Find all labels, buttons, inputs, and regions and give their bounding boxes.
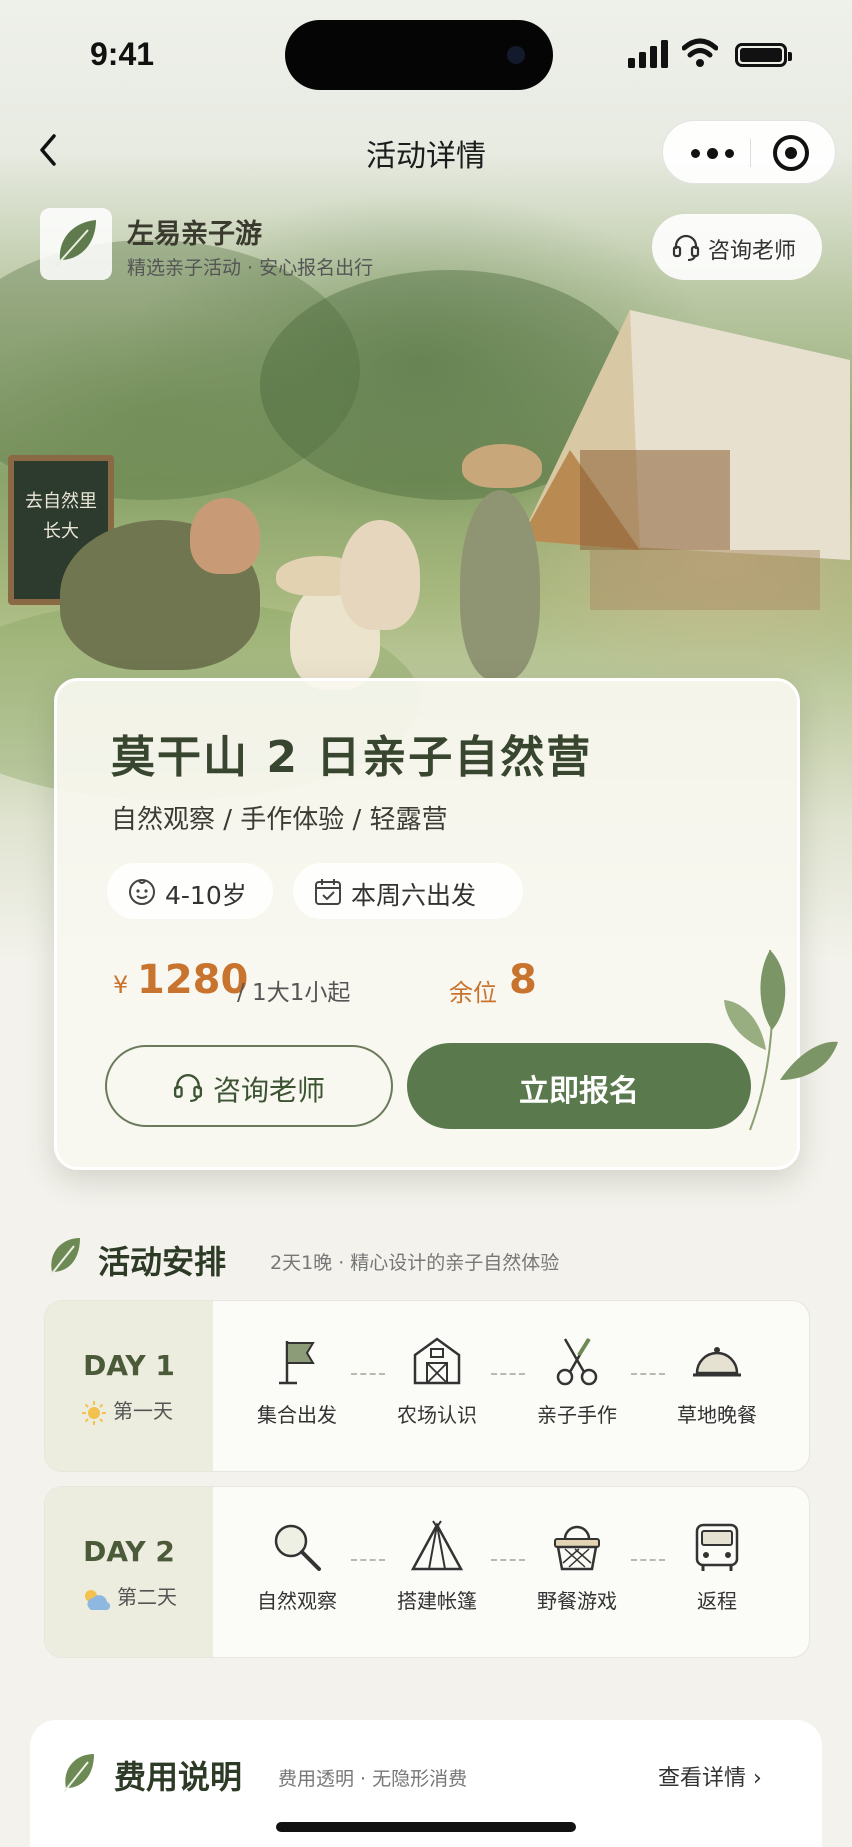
step-label: 集合出发: [257, 1403, 337, 1427]
age-chip: 4-10岁: [107, 863, 273, 919]
day-number: DAY 2: [83, 1535, 175, 1568]
step-picnic[interactable]: 野餐游戏: [517, 1519, 637, 1614]
leaf-logo-icon: [55, 220, 96, 267]
day-number: DAY 1: [83, 1349, 175, 1382]
brand-logo: [40, 208, 112, 280]
dynamic-island: [285, 20, 553, 90]
activity-card: 莫干山 2 日亲子自然营 自然观察 / 手作体验 / 轻露营 4-10岁 本周六…: [54, 678, 800, 1170]
step-tent[interactable]: 搭建帐篷: [377, 1519, 497, 1614]
home-indicator[interactable]: [276, 1822, 576, 1832]
day-tag: 第二天: [81, 1581, 177, 1612]
day-card-2: DAY 2 第二天 自然观察 搭建帐篷 野餐游戏 返程: [44, 1486, 810, 1658]
brand-tagline: 精选亲子活动 · 安心报名出行: [127, 257, 374, 279]
fee-title: 费用说明: [114, 1758, 243, 1796]
step-label: 亲子手作: [537, 1403, 617, 1427]
fee-subtitle: 费用透明 · 无隐形消费: [278, 1768, 468, 1790]
fee-details-link[interactable]: 查看详情 ›: [658, 1760, 762, 1792]
sun-icon: [82, 1400, 106, 1425]
step-label: 野餐游戏: [537, 1589, 617, 1613]
consult-teacher-pill[interactable]: 咨询老师: [652, 214, 822, 280]
seats-count: 8: [509, 957, 537, 1003]
close-target-icon[interactable]: [773, 135, 809, 171]
tent-icon: [410, 1520, 464, 1571]
step-label: 草地晚餐: [677, 1403, 757, 1427]
leaf-icon: [63, 1754, 94, 1793]
age-chip-label: 4-10岁: [165, 881, 247, 910]
step-label: 自然观察: [257, 1589, 337, 1613]
cloud-sun-icon: [85, 1589, 111, 1610]
step-gather[interactable]: 集合出发: [237, 1333, 357, 1428]
day-tag: 第一天: [81, 1395, 173, 1426]
consult-teacher-button[interactable]: 咨询老师: [105, 1045, 393, 1127]
enroll-button[interactable]: 立即报名: [407, 1043, 751, 1129]
step-observe[interactable]: 自然观察: [237, 1519, 357, 1614]
consult-button-label: 咨询老师: [213, 1074, 326, 1107]
activity-subtitle: 自然观察 / 手作体验 / 轻露营: [111, 805, 448, 835]
price-unit: / 1大1小起: [237, 980, 351, 1006]
day-card-1: DAY 1 第一天 集合出发 农场认识 亲子手作 草地晚餐: [44, 1300, 810, 1472]
brand-name: 左易亲子游: [127, 219, 262, 250]
step-farm[interactable]: 农场认识: [377, 1333, 497, 1428]
flag-icon: [279, 1341, 315, 1385]
board-text-1: 去自然里: [25, 491, 97, 512]
more-icon[interactable]: [681, 121, 743, 185]
consult-pill-label: 咨询老师: [708, 239, 797, 264]
date-chip-label: 本周六出发: [351, 881, 477, 910]
basket-icon: [554, 1525, 600, 1571]
seats-label: 余位: [449, 979, 497, 1007]
step-dinner[interactable]: 草地晚餐: [657, 1333, 777, 1428]
wifi-icon: [682, 38, 718, 67]
scissors-icon: [556, 1337, 598, 1386]
mother-figure: [340, 520, 420, 630]
status-time: 9:41: [90, 36, 155, 72]
price-value: 1280: [137, 957, 249, 1003]
day-label-panel: DAY 1 第一天: [45, 1301, 213, 1471]
battery-icon: [735, 43, 792, 67]
day-label-panel: DAY 2 第二天: [45, 1487, 213, 1657]
mini-program-capsule: [662, 120, 836, 184]
headset-icon: [173, 1074, 203, 1102]
day-tag-label: 第二天: [117, 1585, 177, 1609]
step-label: 返程: [697, 1589, 737, 1613]
schedule-subtitle: 2天1晚 · 精心设计的亲子自然体验: [270, 1252, 560, 1274]
leaf-icon: [49, 1238, 80, 1277]
headset-icon: [672, 234, 700, 261]
capsule-divider: [750, 139, 751, 167]
signal-icon: [628, 40, 668, 68]
step-craft[interactable]: 亲子手作: [517, 1333, 637, 1428]
calendar-icon: [315, 879, 341, 905]
date-chip: 本周六出发: [293, 863, 523, 919]
child-face-icon: [129, 879, 155, 905]
boy-hat: [462, 444, 542, 488]
cloche-icon: [693, 1347, 741, 1377]
father-head: [190, 498, 260, 574]
step-label: 农场认识: [397, 1403, 477, 1427]
status-bar: 9:41: [0, 0, 852, 110]
leaf-decoration-icon: [724, 949, 838, 1131]
day-tag-label: 第一天: [113, 1399, 173, 1423]
tent-illustration: [520, 310, 850, 610]
magnifier-icon: [274, 1524, 321, 1571]
activity-title: 莫干山 2 日亲子自然营: [111, 732, 593, 783]
enroll-button-label: 立即报名: [519, 1074, 639, 1109]
barn-icon: [413, 1337, 461, 1385]
boy-figure: [460, 490, 540, 680]
step-label: 搭建帐篷: [397, 1589, 477, 1613]
step-return[interactable]: 返程: [657, 1519, 777, 1614]
currency-symbol: ¥: [113, 971, 129, 999]
bus-icon: [695, 1523, 739, 1571]
schedule-title: 活动安排: [98, 1243, 227, 1281]
